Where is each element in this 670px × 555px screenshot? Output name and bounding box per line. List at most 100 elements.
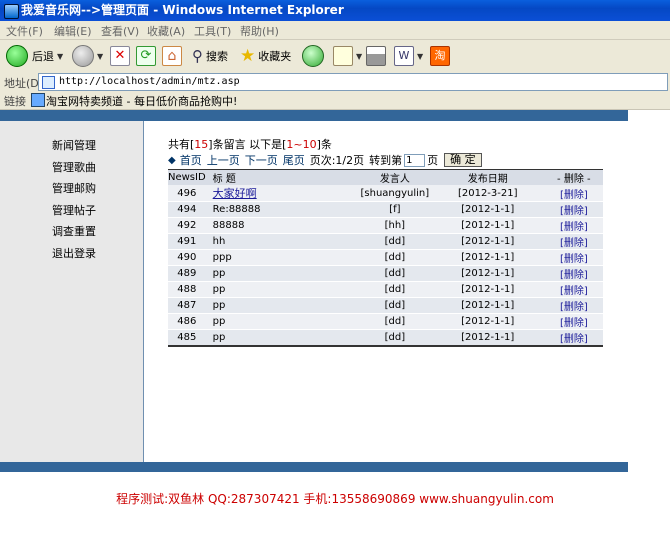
- row-date: [2012-1-1]: [430, 313, 545, 330]
- links-label: 链接: [4, 95, 26, 108]
- edit-button[interactable]: W ▼: [394, 44, 423, 68]
- row-title-link[interactable]: 88888: [205, 217, 359, 234]
- confirm-button[interactable]: 确 定: [444, 153, 482, 167]
- sidebar-item-news[interactable]: 新闻管理: [52, 137, 96, 153]
- top-band: [0, 110, 628, 121]
- menu-file[interactable]: 文件(F): [6, 23, 43, 39]
- forward-arrow-icon: [72, 45, 94, 67]
- mail-button[interactable]: ▼: [333, 44, 362, 68]
- row-author: [hh]: [358, 217, 431, 234]
- row-delete-link[interactable]: [删除]: [544, 313, 603, 330]
- favorites-button[interactable]: ★ 收藏夹: [240, 44, 291, 68]
- table-row: 491 hh [dd] [2012-1-1] [删除]: [168, 233, 603, 250]
- row-date: [2012-1-1]: [430, 297, 545, 314]
- print-button[interactable]: [366, 44, 386, 68]
- stop-icon: ✕: [110, 46, 130, 66]
- search-button[interactable]: ⚲ 搜索: [192, 44, 228, 68]
- col-title: 标 题: [205, 169, 359, 185]
- row-delete-link[interactable]: [删除]: [544, 249, 603, 266]
- table-row: 487 pp [dd] [2012-1-1] [删除]: [168, 297, 603, 314]
- row-title-link[interactable]: pp: [205, 329, 359, 347]
- row-delete-link[interactable]: [删除]: [544, 265, 603, 282]
- row-author: [dd]: [358, 233, 431, 250]
- row-title-link[interactable]: 大家好啊: [205, 185, 359, 202]
- history-button[interactable]: [302, 44, 324, 68]
- page-icon: [42, 76, 55, 89]
- links-item[interactable]: 淘宝网特卖频道 - 每日低价商品抢购中!: [46, 93, 237, 109]
- row-date: [2012-1-1]: [430, 233, 545, 250]
- refresh-button[interactable]: ⟳: [136, 44, 156, 68]
- stop-button[interactable]: ✕: [110, 44, 130, 68]
- pager-first[interactable]: 首页: [180, 152, 202, 168]
- col-delete: - 删除 -: [544, 169, 603, 185]
- taobao-button[interactable]: 淘: [430, 44, 450, 68]
- col-author: 发言人: [358, 169, 431, 185]
- favorites-label: 收藏夹: [258, 50, 292, 63]
- toolbar: 后退 ▼ ▼ ✕ ⟳ ⌂ ⚲ 搜索 ★ 收藏夹 ▼ W ▼ 淘: [0, 40, 670, 73]
- summary-total: 15: [194, 138, 209, 151]
- row-author: [dd]: [358, 265, 431, 282]
- chevron-down-icon: ▼: [57, 51, 64, 61]
- search-label: 搜索: [206, 50, 228, 63]
- chevron-down-icon: ▼: [97, 51, 104, 61]
- menu-help[interactable]: 帮助(H): [240, 23, 279, 39]
- pager-prev[interactable]: 上一页: [207, 152, 240, 168]
- sidebar-item-mail-order[interactable]: 管理邮购: [52, 180, 96, 196]
- home-button[interactable]: ⌂: [162, 44, 182, 68]
- row-delete-link[interactable]: [删除]: [544, 217, 603, 234]
- row-delete-link[interactable]: [删除]: [544, 329, 603, 347]
- row-delete-link[interactable]: [删除]: [544, 201, 603, 218]
- pager-goto-label: 转到第: [369, 154, 403, 167]
- col-news-id: NewsID: [168, 169, 206, 185]
- row-id: 490: [168, 249, 206, 266]
- row-delete-link[interactable]: [删除]: [544, 297, 603, 314]
- sidebar-item-logout[interactable]: 退出登录: [52, 245, 96, 261]
- search-icon: ⚲: [192, 47, 203, 65]
- row-title-link[interactable]: pp: [205, 265, 359, 282]
- row-date: [2012-1-1]: [430, 217, 545, 234]
- pager-next[interactable]: 下一页: [245, 152, 278, 168]
- row-id: 494: [168, 201, 206, 218]
- menu-favorites[interactable]: 收藏(A): [147, 23, 185, 39]
- table-row: 492 88888 [hh] [2012-1-1] [删除]: [168, 217, 603, 234]
- pager-last[interactable]: 尾页: [283, 152, 305, 168]
- row-delete-link[interactable]: [删除]: [544, 185, 603, 202]
- address-bar: 地址(D) http://localhost/admin/mtz.asp: [0, 72, 670, 92]
- row-date: [2012-3-21]: [430, 185, 545, 202]
- address-input[interactable]: http://localhost/admin/mtz.asp: [38, 73, 668, 91]
- row-date: [2012-1-1]: [430, 249, 545, 266]
- row-date: [2012-1-1]: [430, 329, 545, 347]
- sidebar-item-survey-reset[interactable]: 调查重置: [52, 223, 96, 239]
- window-title: 我爱音乐网-->管理页面 - Windows Internet Explorer: [21, 3, 344, 17]
- row-title-link[interactable]: ppp: [205, 249, 359, 266]
- row-title-link[interactable]: pp: [205, 281, 359, 298]
- row-delete-link[interactable]: [删除]: [544, 281, 603, 298]
- forward-button[interactable]: ▼: [72, 44, 103, 68]
- row-delete-link[interactable]: [删除]: [544, 233, 603, 250]
- window-title-bar[interactable]: 我爱音乐网-->管理页面 - Windows Internet Explorer: [0, 0, 670, 21]
- row-author: [dd]: [358, 249, 431, 266]
- menu-view[interactable]: 查看(V): [101, 23, 139, 39]
- row-id: 485: [168, 329, 206, 347]
- sidebar-item-songs[interactable]: 管理歌曲: [52, 159, 96, 175]
- row-author: [dd]: [358, 313, 431, 330]
- row-date: [2012-1-1]: [430, 265, 545, 282]
- back-button[interactable]: 后退 ▼: [6, 44, 63, 68]
- table-header-row: NewsID 标 题 发言人 发布日期 - 删除 -: [168, 169, 603, 185]
- row-title-link[interactable]: pp: [205, 297, 359, 314]
- star-icon: ★: [240, 46, 256, 66]
- row-title-link[interactable]: hh: [205, 233, 359, 250]
- row-title-link[interactable]: pp: [205, 313, 359, 330]
- link-page-icon: [31, 93, 45, 107]
- sidebar-item-posts[interactable]: 管理帖子: [52, 202, 96, 218]
- word-icon: W: [394, 46, 414, 66]
- links-bar: 链接 淘宝网特卖频道 - 每日低价商品抢购中!: [0, 91, 670, 110]
- table-row: 486 pp [dd] [2012-1-1] [删除]: [168, 313, 603, 330]
- ie-icon: [4, 4, 19, 19]
- row-date: [2012-1-1]: [430, 281, 545, 298]
- menu-tools[interactable]: 工具(T): [194, 23, 231, 39]
- menu-edit[interactable]: 编辑(E): [54, 23, 92, 39]
- page-number-input[interactable]: [404, 153, 426, 167]
- back-label: 后退: [32, 50, 54, 63]
- row-title-link[interactable]: Re:88888: [205, 201, 359, 218]
